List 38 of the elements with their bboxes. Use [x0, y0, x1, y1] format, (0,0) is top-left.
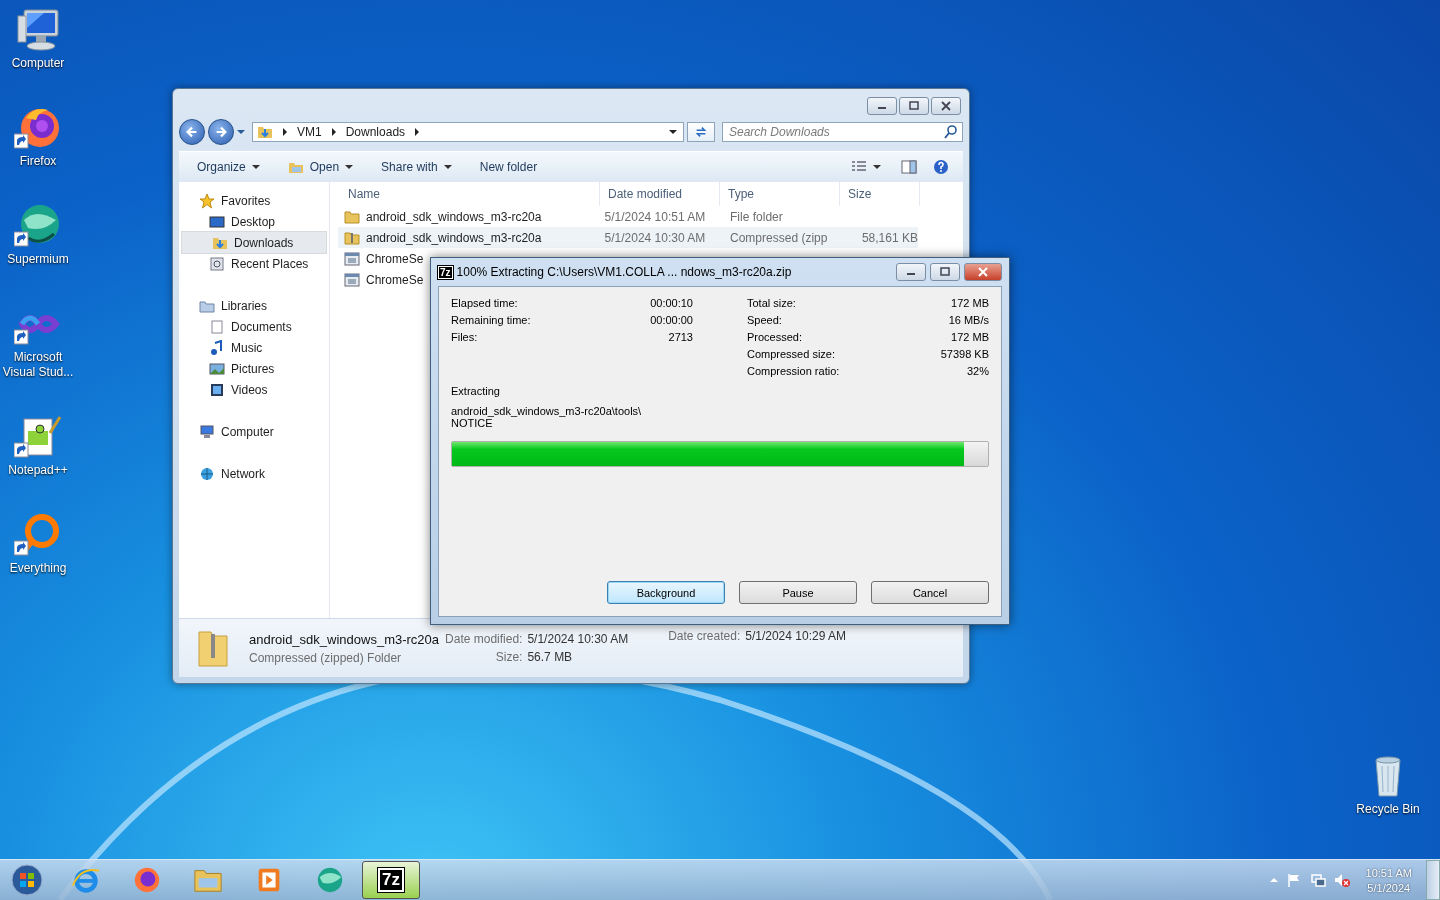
- window-title: 100% Extracting C:\Users\VM1.COLLA ... ndows_m3-rc20a.zip: [456, 265, 792, 279]
- property-value: 5/1/2024 10:30 AM: [527, 632, 629, 646]
- date-modified: 5/1/2024 10:51 AM: [604, 209, 706, 224]
- current-file-path: android_sdk_windows_m3-rc20a\tools\: [451, 405, 643, 417]
- stat-label: Total size:: [747, 297, 797, 309]
- stat-label: Compression ratio:: [747, 365, 841, 377]
- file-size: 58,161 KB: [861, 230, 918, 245]
- stat-label: Speed:: [747, 314, 783, 326]
- file-name: android_sdk_windows_m3-rc20a: [249, 631, 440, 647]
- stat-value: 2713: [667, 331, 693, 343]
- date-modified: 5/1/2024 10:30 AM: [604, 230, 706, 245]
- file-name: android_sdk_windows_m3-rc20a: [366, 230, 542, 245]
- stat-label: Remaining time:: [451, 314, 532, 326]
- stat-label: Compressed size:: [747, 348, 837, 360]
- file-name: ChromeSe: [366, 272, 424, 287]
- stat-label: Elapsed time:: [451, 297, 519, 309]
- current-file-path: NOTICE: [451, 417, 494, 429]
- stat-label: Processed:: [747, 331, 804, 343]
- property-value: 56.7 MB: [527, 650, 574, 664]
- stat-value: 172 MB: [950, 297, 989, 309]
- stat-label: Files:: [451, 331, 479, 343]
- file-type: Compressed (zipp: [730, 230, 828, 245]
- file-type: Compressed (zipped) Folder: [249, 650, 403, 665]
- stat-value: 00:00:00: [650, 314, 693, 326]
- stat-value: 172 MB: [950, 331, 989, 343]
- stat-value: 32%: [965, 365, 989, 377]
- property-value: 5/1/2024 10:29 AM: [745, 629, 846, 643]
- file-name: ChromeSe: [366, 251, 424, 266]
- file-name: android_sdk_windows_m3-rc20a: [366, 209, 542, 224]
- file-type: File folder: [730, 209, 783, 224]
- stat-value: 57398 KB: [940, 348, 989, 360]
- app-logo: 7z: [438, 265, 453, 279]
- property-label: Date modified:: [445, 632, 523, 646]
- status-label: Extracting: [451, 385, 501, 397]
- property-label: Size:: [494, 650, 523, 664]
- stat-value: 00:00:10: [650, 297, 693, 309]
- property-label: Date created:: [668, 629, 741, 643]
- stat-value: 16 MB/s: [947, 314, 989, 326]
